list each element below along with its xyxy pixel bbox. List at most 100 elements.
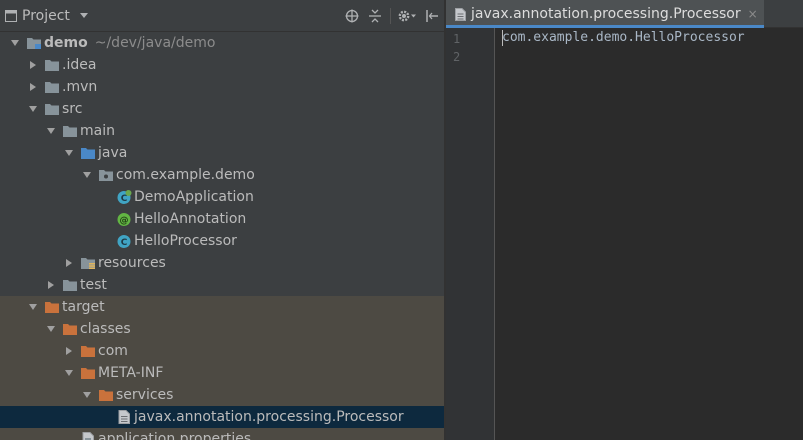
project-panel-header: Project [0, 0, 444, 32]
tree-item-label: application.properties [98, 431, 252, 440]
tree-item[interactable]: META-INF [0, 362, 444, 384]
folder-icon [44, 101, 60, 117]
tree-item-label: java [98, 145, 128, 161]
tree-item[interactable]: target [0, 296, 444, 318]
source-folder-icon [80, 145, 96, 161]
tree-item-label: .mvn [62, 79, 98, 95]
code-area[interactable]: com.example.demo.HelloProcessor [502, 28, 802, 440]
collapse-all-icon[interactable] [365, 0, 385, 32]
close-icon[interactable]: × [748, 8, 758, 20]
spring-class-icon: C [116, 189, 132, 205]
expand-arrow-down-icon[interactable] [28, 104, 38, 114]
excluded-folder-icon [44, 299, 60, 315]
ide-window: Project demo ~/dev/java/demo .idea .mvn … [0, 0, 803, 440]
project-panel-title: Project [22, 8, 70, 24]
tree-item-label: com [98, 343, 128, 359]
folder-icon [44, 79, 60, 95]
tree-item[interactable]: resources [0, 252, 444, 274]
tree-item[interactable]: javax.annotation.processing.Processor [0, 406, 444, 428]
editor-tab-bar: javax.annotation.processing.Processor × [446, 0, 803, 28]
tree-item[interactable]: com [0, 340, 444, 362]
expand-arrow-down-icon[interactable] [46, 324, 56, 334]
expand-arrow-down-icon[interactable] [82, 170, 92, 180]
text-caret [502, 30, 503, 46]
tree-item-label: target [62, 299, 105, 315]
expand-arrow-down-icon[interactable] [64, 368, 74, 378]
project-view-icon [4, 9, 18, 23]
tree-item-path: ~/dev/java/demo [94, 35, 216, 51]
project-panel: Project demo ~/dev/java/demo .idea .mvn … [0, 0, 444, 440]
line-number: 2 [453, 50, 461, 64]
tree-item[interactable]: main [0, 120, 444, 142]
module-folder-icon [26, 35, 42, 51]
tree-item[interactable]: classes [0, 318, 444, 340]
tree-item[interactable]: src [0, 98, 444, 120]
expand-arrow-down-icon[interactable] [64, 148, 74, 158]
svg-text:@: @ [120, 216, 129, 226]
hide-icon[interactable] [422, 0, 442, 32]
folder-icon [44, 57, 60, 73]
tree-item[interactable]: java [0, 142, 444, 164]
chevron-down-icon [79, 13, 88, 19]
expand-arrow-right-icon[interactable] [64, 258, 74, 268]
tree-item-label: test [80, 277, 107, 293]
code-line[interactable]: com.example.demo.HelloProcessor [502, 29, 745, 47]
svg-text:C: C [121, 194, 128, 204]
tree-item[interactable]: C HelloProcessor [0, 230, 444, 252]
excluded-folder-icon [80, 365, 96, 381]
project-tree[interactable]: demo ~/dev/java/demo .idea .mvn src main java c… [0, 32, 444, 440]
expand-arrow-right-icon[interactable] [28, 60, 38, 70]
editor: javax.annotation.processing.Processor × … [446, 0, 803, 440]
tree-item-label: classes [80, 321, 131, 337]
expand-arrow-down-icon[interactable] [82, 390, 92, 400]
tree-item[interactable]: application.properties [0, 428, 444, 440]
expand-arrow-down-icon[interactable] [46, 126, 56, 136]
annotation-icon: @ [116, 211, 132, 227]
line-number-gutter: 1 2 [446, 28, 495, 440]
expand-arrow-right-icon[interactable] [46, 280, 56, 290]
editor-tab-label: javax.annotation.processing.Processor [471, 6, 741, 22]
excluded-folder-icon [62, 321, 78, 337]
tree-item[interactable]: @ HelloAnnotation [0, 208, 444, 230]
project-view-selector[interactable]: Project [4, 0, 94, 32]
svg-text:C: C [121, 238, 128, 248]
tree-item-label: resources [98, 255, 166, 271]
tree-item-label: com.example.demo [116, 167, 255, 183]
expand-arrow-right-icon[interactable] [28, 82, 38, 92]
tree-item-label: main [80, 123, 115, 139]
resources-folder-icon [80, 255, 96, 271]
tree-item-label: javax.annotation.processing.Processor [134, 409, 404, 425]
folder-icon [62, 123, 78, 139]
tree-item-label: services [116, 387, 174, 403]
tree-item-label: .idea [62, 57, 97, 73]
class-icon: C [116, 233, 132, 249]
package-icon [98, 167, 114, 183]
properties-file-icon [80, 431, 96, 440]
folder-icon [62, 277, 78, 293]
tree-item[interactable]: test [0, 274, 444, 296]
tree-item[interactable]: com.example.demo [0, 164, 444, 186]
expand-arrow-right-icon[interactable] [64, 346, 74, 356]
gear-icon[interactable] [394, 0, 420, 32]
tree-item-label: HelloProcessor [134, 233, 237, 249]
editor-tab[interactable]: javax.annotation.processing.Processor × [446, 0, 764, 28]
excluded-folder-icon [80, 343, 96, 359]
tree-item[interactable]: .mvn [0, 76, 444, 98]
scroll-from-source-icon[interactable] [342, 0, 362, 32]
panel-separator [389, 0, 391, 32]
tree-item-label: demo [44, 35, 88, 51]
tree-item[interactable]: demo ~/dev/java/demo [0, 32, 444, 54]
expand-arrow-down-icon[interactable] [28, 302, 38, 312]
tree-item[interactable]: C DemoApplication [0, 186, 444, 208]
tree-item-label: META-INF [98, 365, 164, 381]
tree-item-label: HelloAnnotation [134, 211, 247, 227]
line-number: 1 [453, 32, 461, 46]
tree-item-label: DemoApplication [134, 189, 254, 205]
excluded-folder-icon [98, 387, 114, 403]
expand-arrow-down-icon[interactable] [10, 38, 20, 48]
tree-item-label: src [62, 101, 83, 117]
tree-item[interactable]: .idea [0, 54, 444, 76]
text-file-icon [455, 7, 466, 21]
text-file-icon [116, 409, 132, 425]
tree-item[interactable]: services [0, 384, 444, 406]
